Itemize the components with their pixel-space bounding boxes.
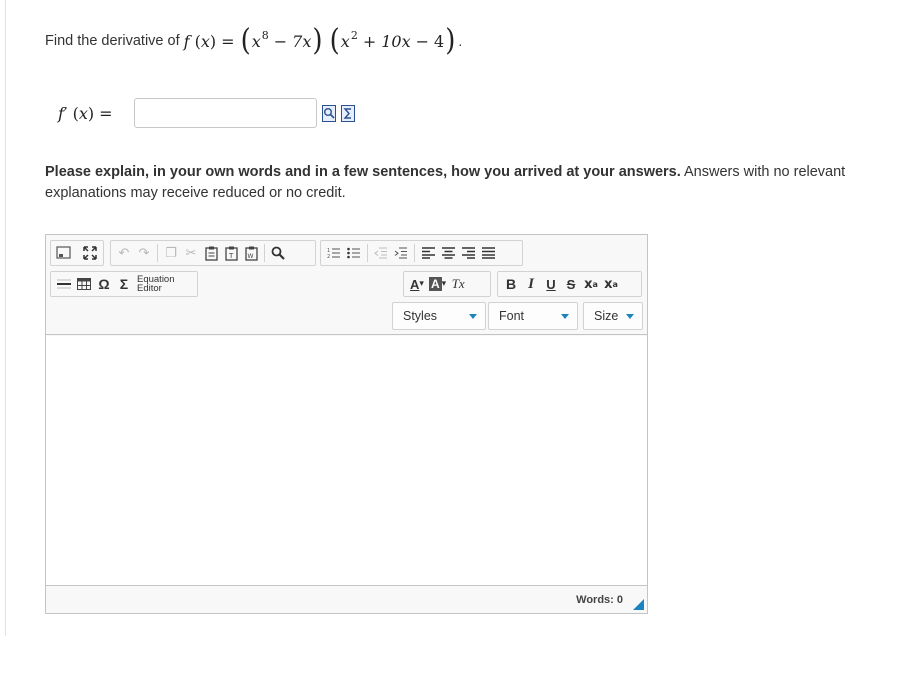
superscript-icon[interactable]: xa [601,273,621,295]
align-center-icon[interactable] [438,242,458,264]
size-dropdown-label: Size [594,309,619,323]
term1-base: x [251,31,261,51]
question-period: . [458,33,463,49]
term2-op1: + [362,31,377,51]
background-color-icon: A [429,277,442,291]
equation-editor-button[interactable]: Equation Editor [137,275,175,294]
term1-coef: 7x [292,31,312,51]
remove-format-icon[interactable]: Tx [448,273,468,295]
toolbar-group-clipboard: ↶ ↷ ❐ ✂ T W [110,240,316,266]
function-expression: f (x) = (x 8 −7x) (x 2 +10x −4) [183,23,456,59]
align-left-icon[interactable] [418,242,438,264]
svg-text:2: 2 [327,254,330,259]
answer-label-equals: = [99,103,113,123]
redo-icon[interactable]: ↷ [134,242,154,264]
cut-icon[interactable]: ✂ [181,242,201,264]
chevron-down-icon [561,313,569,319]
subscript-icon[interactable]: xa [581,273,601,295]
bold-icon[interactable]: B [501,273,521,295]
paste-text-icon[interactable]: T [221,242,241,264]
term2-base: x [340,31,350,51]
indent-icon[interactable] [391,242,411,264]
text-color-icon: A [410,276,420,292]
toolbar-group-insert: Ω Σ Equation Editor [50,271,198,297]
font-dropdown-label: Font [499,309,525,323]
function-var: x [200,31,210,51]
styles-dropdown[interactable]: Styles [392,302,486,330]
word-count: Words: 0 [576,594,623,606]
term2-const: 4 [434,31,445,51]
align-justify-icon[interactable] [478,242,498,264]
undo-icon[interactable]: ↶ [114,242,134,264]
table-icon[interactable] [74,273,94,295]
maximize-icon[interactable] [80,242,100,264]
preview-math-icon[interactable] [322,104,336,122]
toolbar-group-basicstyles: B I U S xa xa [497,271,642,297]
toolbar-group-paragraph: 12 [320,240,523,266]
term2-exp: 2 [350,28,358,42]
resize-handle-icon[interactable] [633,599,644,610]
instructions-text: Please explain, in your own words and in… [45,162,885,204]
strikethrough-icon[interactable]: S [561,273,581,295]
left-divider [5,0,6,636]
rich-text-editor: ↶ ↷ ❐ ✂ T W 12 Ω Σ Equation Editor A ▾ A… [45,234,648,614]
source-icon[interactable] [54,242,74,264]
text-color-button[interactable]: A ▾ [407,273,427,295]
answer-label: f ′ (x) = [58,103,113,123]
term2-mid: 10x [381,31,411,51]
font-dropdown[interactable]: Font [488,302,578,330]
italic-icon[interactable]: I [521,273,541,295]
align-right-icon[interactable] [458,242,478,264]
styles-dropdown-label: Styles [403,309,438,323]
copy-icon[interactable]: ❐ [161,242,181,264]
paste-icon[interactable] [201,242,221,264]
special-char-omega-icon[interactable]: Ω [94,273,114,295]
question-prefix: Find the derivative of [45,33,180,49]
answer-label-var: x [78,103,88,123]
numbered-list-icon[interactable]: 12 [324,242,344,264]
answer-row: f ′ (x) = [58,98,355,128]
svg-text:T: T [228,252,234,260]
term1-exp: 8 [261,28,269,42]
term2-op2: − [415,31,430,51]
derivative-answer-input[interactable] [134,98,317,128]
equals-sign: = [221,31,235,51]
bullet-list-icon[interactable] [344,242,364,264]
editor-content-area[interactable] [46,336,647,586]
horizontal-line-icon[interactable] [54,273,74,295]
toolbar-group-view [50,240,104,266]
svg-text:W: W [247,253,253,260]
editor-toolbar: ↶ ↷ ❐ ✂ T W 12 Ω Σ Equation Editor A ▾ A… [46,235,647,335]
toolbar-group-colors: A ▾ A ▾ Tx [403,271,491,297]
chevron-down-icon [626,313,634,319]
find-icon[interactable] [268,242,288,264]
math-editor-icon[interactable] [341,104,355,122]
equation-sigma-icon[interactable]: Σ [114,273,134,295]
chevron-down-icon [469,313,477,319]
instructions-bold: Please explain, in your own words and in… [45,164,681,180]
paste-word-icon[interactable]: W [241,242,261,264]
underline-icon[interactable]: U [541,273,561,295]
size-dropdown[interactable]: Size [583,302,643,330]
term1-op: − [273,31,288,51]
question-text: Find the derivative of f (x) = (x 8 −7x) … [45,23,463,59]
background-color-button[interactable]: A ▾ [427,273,448,295]
outdent-icon[interactable] [371,242,391,264]
editor-status-bar: Words: 0 [46,587,647,613]
